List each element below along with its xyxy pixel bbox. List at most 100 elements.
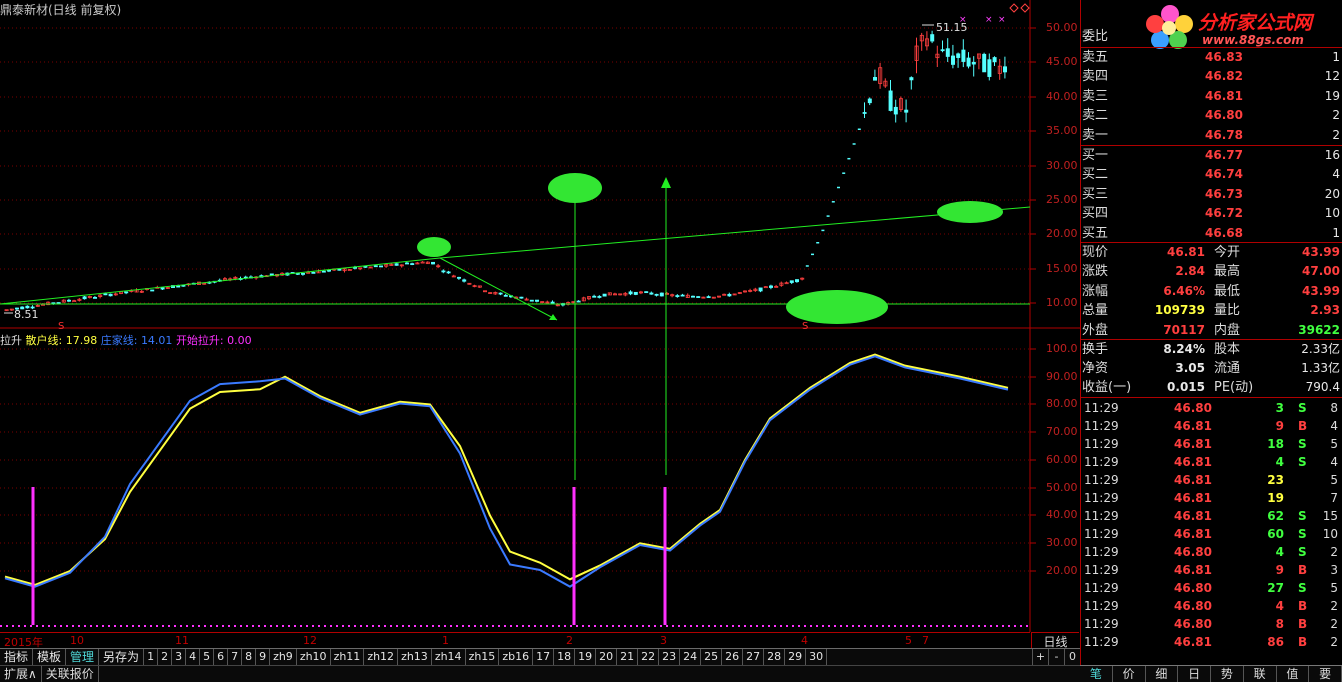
tab-7[interactable]: 7	[228, 649, 243, 665]
tab-6[interactable]: 6	[214, 649, 229, 665]
price-tick: 35.00	[1046, 124, 1078, 137]
tab-25[interactable]: 25	[701, 649, 723, 665]
tab-29[interactable]: 29	[785, 649, 807, 665]
tab-zh14[interactable]: zh14	[432, 649, 466, 665]
tick-count: 2	[1330, 545, 1338, 559]
tab-22[interactable]: 22	[638, 649, 660, 665]
tab-1[interactable]: 1	[144, 649, 159, 665]
indicator-tick: 30.00	[1046, 536, 1078, 549]
tab-指标[interactable]: 指标	[0, 649, 34, 665]
candle	[633, 291, 638, 295]
tab-zh11[interactable]: zh11	[331, 649, 365, 665]
panel-tab[interactable]: 笔	[1080, 666, 1113, 682]
tab-26[interactable]: 26	[722, 649, 744, 665]
tab-30[interactable]: 30	[806, 649, 828, 665]
indicator-name: 拉升	[0, 334, 22, 347]
tab-19[interactable]: 19	[575, 649, 597, 665]
x-marker: ×	[985, 15, 993, 25]
tab-模板[interactable]: 模板	[33, 649, 67, 665]
panel-tab[interactable]: 势	[1211, 666, 1244, 682]
tab-9[interactable]: 9	[256, 649, 271, 665]
zoom-button[interactable]: 0	[1064, 649, 1080, 665]
date-tick: 7	[922, 634, 929, 647]
date-tick: 3	[660, 634, 667, 647]
tab-2[interactable]: 2	[158, 649, 173, 665]
bids-label: 买五	[1082, 225, 1109, 241]
candle	[909, 77, 914, 81]
quote-label: 今开	[1214, 245, 1241, 260]
tab-zh15[interactable]: zh15	[466, 649, 500, 665]
tab-8[interactable]: 8	[242, 649, 257, 665]
tab-zb16[interactable]: zb16	[499, 649, 534, 665]
tick-volume: 86	[1267, 635, 1284, 649]
candle	[862, 112, 867, 114]
candle	[535, 299, 540, 302]
candle	[72, 300, 77, 303]
tab-管理[interactable]: 管理	[66, 649, 100, 665]
panel-tab[interactable]: 要	[1309, 666, 1342, 682]
tick-price: 46.81	[1174, 455, 1212, 469]
tab-zh12[interactable]: zh12	[364, 649, 399, 665]
tab-zh10[interactable]: zh10	[297, 649, 331, 665]
candle	[326, 269, 331, 272]
asks-volume: 2	[1332, 127, 1340, 142]
tick-row: 11:29 46.80 8 B 2	[1082, 615, 1340, 633]
tick-flag: B	[1298, 617, 1308, 631]
tick-count: 10	[1322, 527, 1338, 541]
panel-tab[interactable]: 联	[1244, 666, 1277, 682]
bottom-button[interactable]: 关联报价	[42, 666, 99, 682]
candle	[727, 293, 732, 297]
tick-flag: S	[1298, 527, 1307, 541]
tab-zh13[interactable]: zh13	[398, 649, 432, 665]
tab-23[interactable]: 23	[659, 649, 681, 665]
indicator-tick: 90.00	[1046, 370, 1078, 383]
tab-20[interactable]: 20	[596, 649, 618, 665]
panel-tab[interactable]: 细	[1146, 666, 1179, 682]
quote-row: 涨幅 6.46% 最低 43.99	[1082, 282, 1340, 301]
candle	[462, 279, 467, 282]
panel-tab[interactable]: 值	[1277, 666, 1310, 682]
candle	[160, 287, 165, 290]
candle	[789, 280, 794, 283]
panel-tab[interactable]: 日	[1178, 666, 1211, 682]
quote-value: 2.84	[1175, 264, 1205, 279]
candle	[503, 294, 508, 297]
zoom-button[interactable]: +	[1032, 649, 1048, 665]
quote-value: 43.99	[1302, 283, 1340, 298]
tab-5[interactable]: 5	[200, 649, 215, 665]
tab-4[interactable]: 4	[186, 649, 201, 665]
tab-27[interactable]: 27	[743, 649, 765, 665]
tab-24[interactable]: 24	[680, 649, 702, 665]
tab-21[interactable]: 21	[617, 649, 639, 665]
tab-zh9[interactable]: zh9	[270, 649, 297, 665]
candle	[56, 302, 61, 304]
candle	[659, 292, 664, 297]
stat-value: 3.05	[1175, 361, 1205, 375]
price-tick: 15.00	[1046, 262, 1078, 275]
candle	[945, 48, 950, 57]
zoom-button[interactable]: -	[1048, 649, 1064, 665]
s-marker: S	[58, 321, 64, 332]
tab-18[interactable]: 18	[554, 649, 576, 665]
tick-flag: B	[1298, 635, 1308, 649]
panel-tab[interactable]: 价	[1113, 666, 1146, 682]
tab-28[interactable]: 28	[764, 649, 786, 665]
bids-price: 46.72	[1205, 206, 1243, 221]
tick-count: 4	[1330, 419, 1338, 433]
retail-line-value: 17.98	[65, 334, 98, 347]
candle	[404, 262, 409, 265]
period-selector[interactable]: 日线	[1031, 632, 1079, 649]
tick-time: 11:29	[1084, 401, 1119, 415]
tick-time: 11:29	[1084, 545, 1119, 559]
bottom-button[interactable]: 扩展∧	[0, 666, 42, 682]
candle	[441, 270, 446, 273]
tick-time: 11:29	[1084, 473, 1119, 487]
tab-17[interactable]: 17	[533, 649, 555, 665]
s-marker: S	[802, 321, 808, 332]
marker-ellipse	[548, 173, 602, 203]
tab-3[interactable]: 3	[172, 649, 187, 665]
tab-另存为[interactable]: 另存为	[99, 649, 145, 665]
kline-chart[interactable]: 51.158.51S S× × ×	[0, 0, 1080, 632]
tick-row: 11:29 46.81 23 5	[1082, 471, 1340, 489]
bids-label: 买四	[1082, 206, 1109, 222]
